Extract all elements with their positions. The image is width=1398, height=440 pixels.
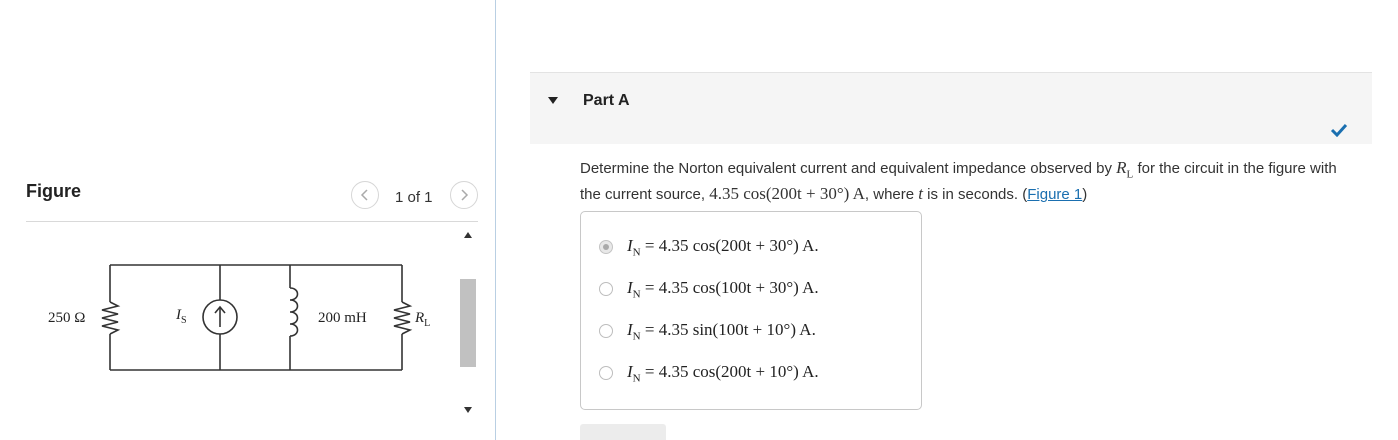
- figure-separator: [26, 221, 478, 222]
- pager-count: 1 of 1: [395, 189, 433, 206]
- option-2[interactable]: IN = 4.35 cos(100t + 30°) A.: [599, 275, 819, 303]
- checkmark-icon: [1330, 123, 1348, 137]
- option-3-label: IN = 4.35 sin(100t + 10°) A.: [627, 319, 816, 343]
- panel-divider: [495, 0, 496, 440]
- resistor-label: 250 Ω: [48, 310, 85, 326]
- option-3[interactable]: IN = 4.35 sin(100t + 10°) A.: [599, 317, 816, 345]
- collapse-caret-icon[interactable]: [548, 97, 558, 104]
- inductor: [289, 287, 299, 337]
- option-4-label: IN = 4.35 cos(200t + 10°) A.: [627, 361, 819, 385]
- answer-options-box: IN = 4.35 cos(200t + 30°) A. IN = 4.35 c…: [580, 211, 922, 410]
- figure-title: Figure: [26, 181, 82, 201]
- option-1-label: IN = 4.35 cos(200t + 30°) A.: [627, 235, 819, 259]
- scroll-up-arrow[interactable]: [464, 232, 472, 238]
- figure-link[interactable]: Figure 1: [1027, 186, 1082, 203]
- source-sub: S: [181, 315, 187, 326]
- radio-option-4[interactable]: [599, 366, 613, 380]
- option-4[interactable]: IN = 4.35 cos(200t + 10°) A.: [599, 359, 819, 387]
- prev-figure-button[interactable]: [351, 181, 379, 209]
- next-figure-button[interactable]: [450, 181, 478, 209]
- resistor-250: [101, 301, 121, 335]
- circuit-diagram: 250 Ω IS 200 mH RL: [48, 264, 430, 371]
- scroll-down-arrow[interactable]: [464, 407, 472, 413]
- option-1[interactable]: IN = 4.35 cos(200t + 30°) A.: [599, 233, 819, 261]
- scroll-thumb[interactable]: [460, 279, 476, 367]
- chevron-right-icon: [461, 189, 469, 201]
- question-text: Determine the Norton equivalent current …: [580, 158, 1337, 204]
- load-label: R: [414, 310, 424, 326]
- submit-button[interactable]: [580, 424, 666, 440]
- chevron-left-icon: [360, 189, 368, 201]
- part-a-header[interactable]: Part A: [530, 72, 1372, 144]
- radio-option-3[interactable]: [599, 324, 613, 338]
- option-2-label: IN = 4.35 cos(100t + 30°) A.: [627, 277, 819, 301]
- rl-symbol: R: [1116, 158, 1127, 177]
- svg-text:IS: IS: [175, 307, 187, 326]
- resistor-load: [393, 301, 413, 335]
- inductor-label: 200 mH: [318, 310, 367, 326]
- source-expression: 4.35 cos(200t + 30°) A: [709, 184, 865, 204]
- svg-text:RL: RL: [414, 310, 430, 329]
- load-sub: L: [424, 318, 430, 329]
- figure-scrollbar[interactable]: [458, 224, 478, 424]
- radio-option-2[interactable]: [599, 282, 613, 296]
- part-title: Part A: [583, 92, 630, 109]
- radio-option-1[interactable]: [599, 240, 613, 254]
